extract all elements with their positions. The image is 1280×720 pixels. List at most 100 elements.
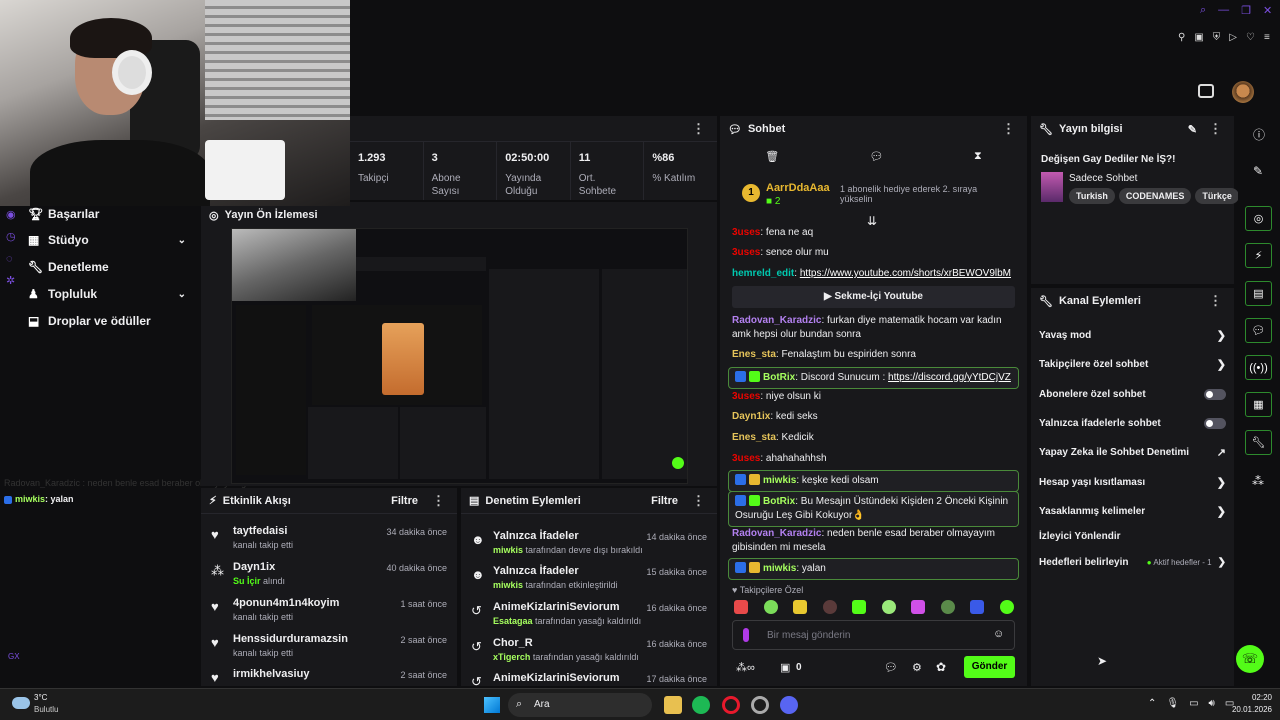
chat-tool-icon[interactable]: 💬︎ — [1245, 318, 1272, 343]
heart-icon[interactable]: ♡ — [1246, 32, 1255, 46]
edit-icon[interactable]: ✎ — [1188, 123, 1197, 136]
emotes-only-toggle[interactable] — [1204, 417, 1226, 429]
youtube-button[interactable]: ▶ Sekme-İçi Youtube — [732, 286, 1015, 308]
chat-bubble-icon[interactable]: 💬︎ — [870, 150, 884, 166]
broadcast-tool-icon[interactable]: ((•)) — [1245, 355, 1272, 380]
discord-icon[interactable] — [780, 696, 798, 714]
setting-followers-only[interactable]: Takipçilere özel sohbet ❯ — [1031, 350, 1234, 378]
hourglass-icon[interactable]: ⧗ — [974, 150, 982, 166]
tag[interactable]: Turkish — [1069, 188, 1115, 204]
sidebar-item-moderation[interactable]: 🔧︎ Denetleme — [28, 254, 198, 280]
tag[interactable]: Türkçe — [1195, 188, 1239, 204]
avatar[interactable] — [1232, 81, 1254, 103]
more-icon[interactable]: ⋮ — [1205, 121, 1226, 137]
setting-account-age[interactable]: Hesap yaşı kısıtlaması ❯ — [1031, 468, 1234, 496]
layout-tool-icon[interactable]: ▦ — [1245, 392, 1272, 417]
chat-bubble-icon[interactable]: 💬︎ — [884, 661, 898, 674]
emote-icon[interactable] — [763, 600, 778, 614]
shield-icon[interactable]: ⛨ — [1213, 32, 1221, 46]
more-icon[interactable]: ⋮ — [1205, 293, 1226, 309]
taskbar-date[interactable]: 20.01.2026 — [1222, 705, 1272, 714]
chat-username[interactable]: BotRix — [763, 496, 795, 507]
chevron-up-icon[interactable]: ⌃ — [1148, 698, 1156, 709]
chat-username[interactable]: miwkis — [763, 563, 796, 574]
info-icon[interactable]: ⓘ — [1253, 126, 1265, 143]
play-icon[interactable]: ▷ — [1229, 32, 1237, 46]
stream-category[interactable]: Sadece Sohbet — [1069, 173, 1137, 184]
chat-input[interactable]: Bir mesaj gönderin ☺ — [732, 620, 1015, 650]
close-icon[interactable]: ✕ — [1263, 4, 1272, 20]
file-explorer-icon[interactable] — [664, 696, 682, 714]
gift-icon[interactable] — [1198, 84, 1214, 98]
rail-gear-icon[interactable]: ✲ — [6, 270, 20, 292]
sidebar-item-studio[interactable]: ▦ Stüdyo ⌄ — [28, 227, 198, 253]
pin-icon[interactable]: ⚲ — [1178, 32, 1185, 46]
mod-action-name[interactable]: AnimeKizlariniSeviorum — [493, 601, 641, 613]
activity-name[interactable]: Dayn1ix — [233, 561, 285, 573]
windows-start-icon[interactable] — [484, 697, 500, 713]
emote-icon[interactable] — [852, 600, 867, 614]
chat-username[interactable]: Radovan_Karadzic — [732, 315, 821, 326]
activity-filter-button[interactable]: Filtre — [391, 495, 418, 507]
tag[interactable]: CODENAMES — [1118, 188, 1192, 204]
emote-icon[interactable] — [881, 600, 896, 614]
chat-username[interactable]: 3uses — [732, 247, 760, 258]
activity-name[interactable]: 4ponun4m1n4koyim — [233, 597, 339, 609]
screenshot-icon[interactable]: ▣ — [1194, 32, 1203, 46]
camera-tool-icon[interactable]: ◎ — [1245, 206, 1272, 231]
mod-actor[interactable]: xTigerch — [493, 652, 530, 662]
preview-play-icon[interactable] — [672, 457, 684, 469]
activity-name[interactable]: Henssidurduramazsin — [233, 633, 348, 645]
weather-icon[interactable] — [12, 697, 30, 709]
setting-goals[interactable]: Hedefleri belirleyin ● Aktif hedefler - 1… — [1031, 548, 1234, 576]
gift-icon[interactable]: ▣ — [780, 661, 790, 674]
sidebar-item-community[interactable]: ♟ Topluluk ⌄ — [28, 281, 198, 307]
document-tool-icon[interactable]: ▤ — [1245, 281, 1272, 306]
chat-username[interactable]: miwkis — [763, 475, 796, 486]
opera-icon[interactable] — [722, 696, 740, 714]
opera-gx-icon[interactable] — [751, 696, 769, 714]
emote-icon[interactable] — [734, 600, 748, 614]
spotify-icon[interactable] — [692, 696, 710, 714]
taskbar-search[interactable]: ⌕ Ara — [508, 693, 652, 717]
more-icon[interactable]: ⋮ — [428, 493, 449, 509]
mod-action-name[interactable]: Chor_R — [493, 637, 639, 649]
subs-only-toggle[interactable] — [1204, 388, 1226, 400]
setting-ai-moderation[interactable]: Yapay Zeka ile Sohbet Denetimi ↗ — [1031, 438, 1234, 466]
mic-icon[interactable] — [743, 628, 749, 642]
emotes-icon[interactable]: ✿ — [936, 660, 946, 674]
community-tool-icon[interactable]: ⁂ — [1252, 474, 1264, 488]
chat-link[interactable]: https://www.youtube.com/shorts/xrBEWOV9l… — [800, 268, 1011, 279]
mod-actor[interactable]: miwkis — [493, 580, 523, 590]
emote-icon[interactable] — [940, 600, 955, 614]
setting-raid[interactable]: İzleyici Yönlendir — [1031, 522, 1234, 550]
rail-circle-icon[interactable]: ◉ — [6, 204, 20, 226]
users-icon[interactable]: ⁂∞ — [736, 661, 755, 674]
activity-name[interactable]: irmikhelvasiuy — [233, 668, 309, 680]
pinned-username[interactable]: AarrDdaAaa — [766, 182, 830, 194]
send-button[interactable]: Gönder — [964, 656, 1015, 678]
lightning-tool-icon[interactable]: ⚡︎ — [1245, 243, 1272, 268]
setting-banned-words[interactable]: Yasaklanmış kelimeler ❯ — [1031, 497, 1234, 525]
setting-slow-mode[interactable]: Yavaş mod ❯ — [1031, 321, 1234, 349]
preview-video[interactable] — [231, 228, 688, 484]
chat-username[interactable]: 3uses — [732, 453, 760, 464]
mic-icon[interactable]: 🎙︎ — [1166, 698, 1179, 709]
chat-link[interactable]: https://discord.gg/yYtDCjVZ — [888, 372, 1011, 383]
activity-name[interactable]: taytfedaisi — [233, 525, 293, 537]
chat-username[interactable]: Enes_sta — [732, 349, 776, 360]
restore-icon[interactable]: ❐ — [1241, 4, 1251, 20]
chat-username[interactable]: Radovan_Karadzic — [732, 528, 821, 539]
menu-icon[interactable]: ≡ — [1264, 32, 1270, 46]
rail-chat-icon[interactable]: ◌ — [6, 248, 20, 270]
more-icon[interactable]: ⋮ — [998, 121, 1019, 137]
rail-clock-icon[interactable]: ◷ — [6, 226, 20, 248]
mod-actor[interactable]: Esatagaa — [493, 616, 533, 626]
chat-username[interactable]: hemreld_edit — [732, 268, 794, 279]
gear-icon[interactable]: ⚙ — [912, 661, 922, 674]
monitor-icon[interactable]: ▭ — [1189, 698, 1198, 709]
taskbar-time[interactable]: 02:20 — [1236, 693, 1272, 702]
mod-actor[interactable]: miwkis — [493, 545, 523, 555]
chat-username[interactable]: 3uses — [732, 227, 760, 238]
more-icon[interactable]: ⋮ — [688, 121, 709, 137]
